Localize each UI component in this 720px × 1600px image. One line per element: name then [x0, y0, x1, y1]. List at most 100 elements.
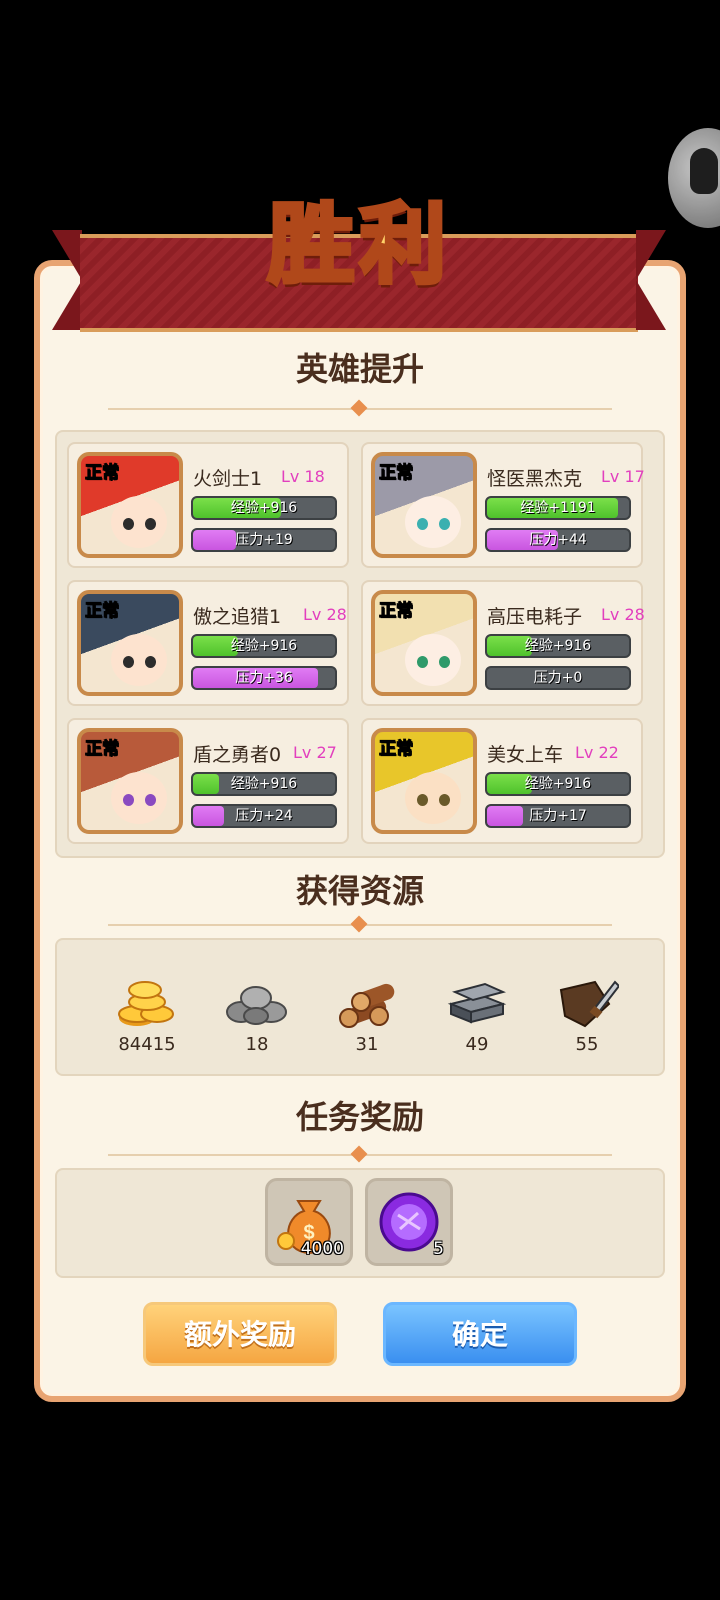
hero-exp-bar: 经验+916: [191, 634, 337, 658]
hero-exp-text: 经验+916: [230, 638, 298, 654]
hero-pressure-text: 压力+24: [235, 808, 293, 824]
hero-level: Lv 22: [575, 743, 619, 762]
hero-status: 正常: [379, 463, 414, 484]
hero-face: [405, 496, 461, 548]
hero-eye-right: [145, 518, 156, 530]
task-reward-money[interactable]: $ 4000: [265, 1178, 353, 1266]
hero-name: 高压电耗子: [487, 606, 583, 628]
hero-exp-text: 经验+916: [230, 776, 298, 792]
qq-floating-icon[interactable]: [668, 128, 720, 228]
hero-status: 正常: [85, 463, 120, 484]
hero-eye-left: [123, 794, 134, 806]
hero-exp-bar: 经验+916: [485, 634, 631, 658]
hero-pressure-text: 压力+44: [529, 532, 587, 548]
resource-iron: 49: [437, 974, 517, 1055]
resource-leather-count: 55: [575, 1034, 599, 1055]
hero-pressure-bar: 压力+19: [191, 528, 337, 552]
hero-eye-left: [417, 794, 428, 806]
hero-face: [111, 772, 167, 824]
hero-status: 正常: [379, 601, 414, 622]
hero-level: Lv 28: [303, 605, 347, 624]
hero-name: 傲之追猎1: [193, 606, 282, 628]
hero-status: 正常: [85, 739, 120, 760]
hero-eye-right: [439, 656, 450, 668]
hero-pressure-text: 压力+0: [533, 670, 583, 686]
hero-name: 怪医黑杰克: [487, 468, 583, 490]
hero-exp-text: 经验+916: [524, 638, 592, 654]
hero-portrait: 正常: [371, 452, 477, 558]
hero-face: [405, 634, 461, 686]
task-reward-orb[interactable]: 5: [365, 1178, 453, 1266]
hero-face: [111, 634, 167, 686]
stone-pile-icon: [225, 974, 289, 1030]
hero-pressure-text: 压力+19: [235, 532, 293, 548]
ribbon-tail-left: [52, 230, 82, 330]
hero-eye-right: [439, 794, 450, 806]
hero-eye-left: [123, 656, 134, 668]
resources-section-title: 获得资源: [295, 872, 424, 910]
hero-eye-right: [145, 656, 156, 668]
hero-eye-left: [417, 518, 428, 530]
resource-wood: 31: [327, 974, 407, 1055]
hero-card[interactable]: 正常 高压电耗子 Lv 28 经验+916 压力+0: [361, 580, 645, 706]
hero-exp-bar: 经验+916: [191, 772, 337, 796]
hero-level: Lv 18: [281, 467, 325, 486]
hero-exp-bar: 经验+1191: [485, 496, 631, 520]
hero-exp-text: 经验+916: [230, 500, 298, 516]
gold-coins-icon: [115, 974, 179, 1030]
hero-pressure-bar: 压力+17: [485, 804, 631, 828]
hero-pressure-bar: 压力+36: [191, 666, 337, 690]
hero-card[interactable]: 正常 美女上车 Lv 22 经验+916 压力+17: [361, 718, 643, 844]
hero-name: 盾之勇者0: [193, 744, 282, 766]
hero-name: 美女上车: [487, 744, 564, 766]
task-reward-money-count: 4000: [300, 1239, 344, 1259]
hero-level: Lv 28: [601, 605, 645, 624]
hero-exp-bar: 经验+916: [191, 496, 337, 520]
hero-card[interactable]: 正常 怪医黑杰克 Lv 17 经验+1191 压力+44: [361, 442, 645, 568]
hero-exp-bar: 经验+916: [485, 772, 631, 796]
hero-portrait: 正常: [371, 590, 477, 696]
hero-face: [405, 772, 461, 824]
hero-eye-left: [123, 518, 134, 530]
hero-face: [111, 496, 167, 548]
tasks-box: [55, 1168, 665, 1278]
hero-eye-right: [145, 794, 156, 806]
resource-gold: 84415: [107, 974, 187, 1055]
hero-card[interactable]: 正常 火剑士1 Lv 18 经验+916 压力+19: [67, 442, 349, 568]
resource-iron-count: 49: [465, 1034, 489, 1055]
hero-level: Lv 17: [601, 467, 645, 486]
hero-status: 正常: [379, 739, 414, 760]
hero-exp-text: 经验+1191: [520, 500, 596, 516]
hero-pressure-bar: 压力+44: [485, 528, 631, 552]
hero-exp-text: 经验+916: [524, 776, 592, 792]
resource-leather: 55: [547, 974, 627, 1055]
hero-card[interactable]: 正常 傲之追猎1 Lv 28 经验+916 压力+36: [67, 580, 349, 706]
task-reward-orb-count: 5: [433, 1239, 444, 1259]
resource-gold-count: 84415: [118, 1034, 176, 1055]
hero-name: 火剑士1: [193, 468, 263, 490]
resource-stone-count: 18: [245, 1034, 269, 1055]
ribbon-tail-right: [636, 230, 666, 330]
hero-eye-right: [439, 518, 450, 530]
confirm-button[interactable]: 确定: [383, 1302, 577, 1366]
wood-logs-icon: [335, 974, 399, 1030]
heroes-section-title: 英雄提升: [295, 350, 424, 388]
extra-reward-button[interactable]: 额外奖励: [143, 1302, 337, 1366]
hero-pressure-bar: 压力+24: [191, 804, 337, 828]
iron-ingots-icon: [445, 974, 509, 1030]
heroes-box: 正常 火剑士1 Lv 18 经验+916 压力+19 正常 怪医黑杰克 Lv 17 经验+119…: [55, 430, 665, 858]
leather-hide-icon: [555, 974, 621, 1030]
hero-portrait: 正常: [77, 590, 183, 696]
hero-pressure-bar: 压力+0: [485, 666, 631, 690]
tasks-section-title: 任务奖励: [295, 1098, 424, 1136]
hero-portrait: 正常: [77, 728, 183, 834]
hero-level: Lv 27: [293, 743, 337, 762]
victory-title: 胜利: [266, 192, 452, 298]
resource-wood-count: 31: [355, 1034, 379, 1055]
resource-stone: 18: [217, 974, 297, 1055]
hero-card[interactable]: 正常 盾之勇者0 Lv 27 经验+916 压力+24: [67, 718, 349, 844]
hero-eye-left: [417, 656, 428, 668]
hero-pressure-text: 压力+36: [235, 670, 293, 686]
resources-box: 84415 18 31 49 55: [55, 938, 665, 1076]
hero-portrait: 正常: [371, 728, 477, 834]
